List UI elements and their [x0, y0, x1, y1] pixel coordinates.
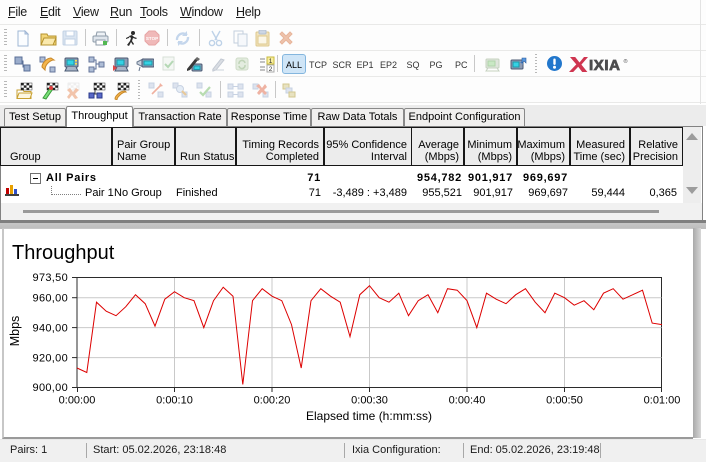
svg-text:0:00:00: 0:00:00	[59, 395, 96, 407]
svg-text:®: ®	[624, 58, 628, 65]
svg-text:0:00:20: 0:00:20	[254, 395, 291, 407]
svg-text:Mbps: Mbps	[8, 316, 22, 347]
svg-text:0:00:30: 0:00:30	[351, 395, 388, 407]
svg-text:900,00: 900,00	[33, 382, 68, 394]
svg-text:940,00: 940,00	[33, 322, 68, 334]
svg-text:973,50: 973,50	[33, 272, 68, 284]
svg-text:STOP: STOP	[146, 36, 158, 41]
svg-text:1: 1	[269, 58, 273, 65]
svg-text:IXIA: IXIA	[589, 57, 621, 73]
svg-text:0:00:50: 0:00:50	[546, 395, 583, 407]
svg-text:0:00:40: 0:00:40	[449, 395, 486, 407]
svg-text:0:00:10: 0:00:10	[156, 395, 193, 407]
svg-text:960,00: 960,00	[33, 292, 68, 304]
svg-text:920,00: 920,00	[33, 352, 68, 364]
svg-text:2: 2	[269, 66, 273, 73]
svg-text:Elapsed time (h:mm:ss): Elapsed time (h:mm:ss)	[306, 409, 432, 423]
svg-text:0:01:00: 0:01:00	[644, 395, 681, 407]
